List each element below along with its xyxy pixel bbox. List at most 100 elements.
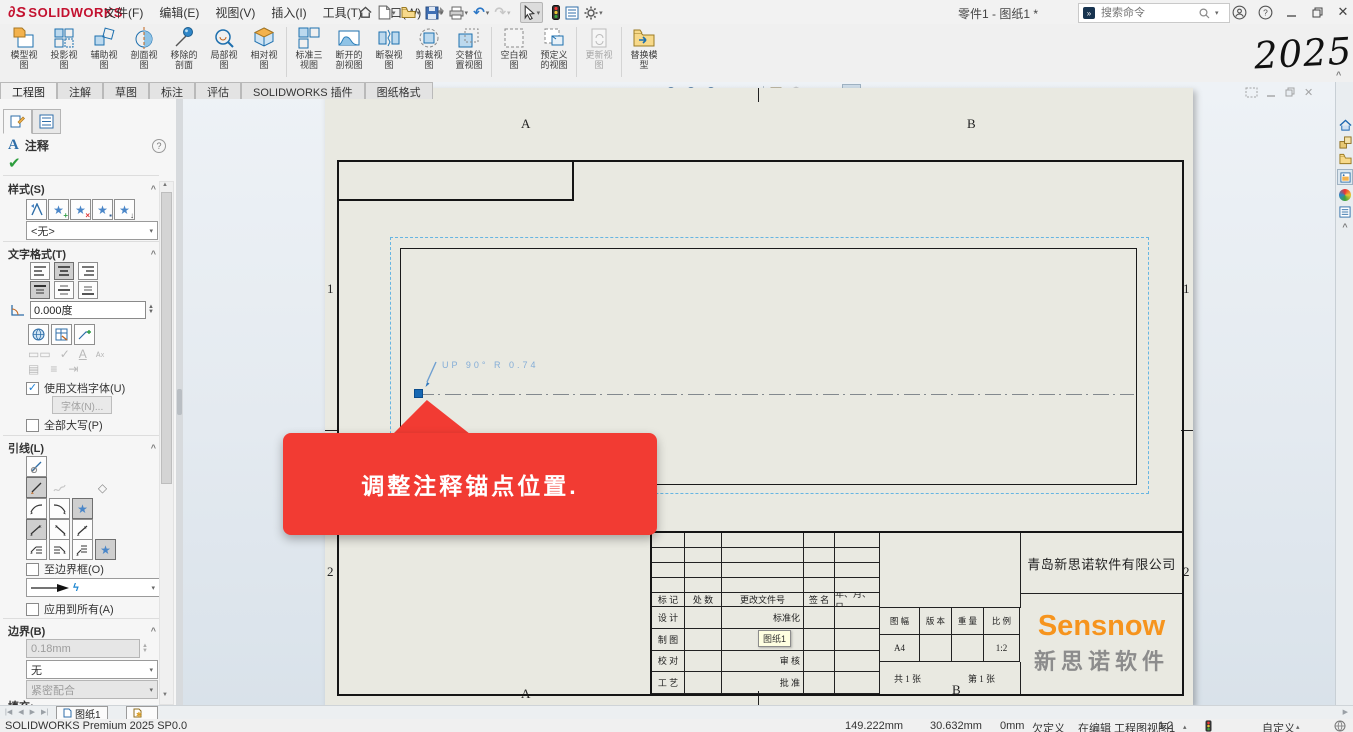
attach-right-icon[interactable] <box>49 539 70 560</box>
menu-edit[interactable]: 编辑(E) <box>151 0 207 25</box>
align-top-icon[interactable] <box>30 281 50 299</box>
align-left-icon[interactable] <box>30 262 50 280</box>
ribbon-crop-view[interactable]: 剪裁视图 <box>409 25 449 71</box>
home-button[interactable] <box>356 3 375 22</box>
save-dropdown-caret[interactable]: ▾ <box>440 9 444 17</box>
view-palette-icon[interactable] <box>1337 169 1353 185</box>
hyperlink-icon[interactable] <box>28 324 49 345</box>
help-icon[interactable]: ? <box>1254 3 1276 21</box>
rebuild-button[interactable] <box>550 3 562 22</box>
tab-dimension[interactable]: 标注 <box>149 82 195 99</box>
to-bbox-row[interactable]: 至边界框(O) <box>26 561 104 577</box>
save-button[interactable]: ▾ <box>423 4 446 22</box>
units-caret[interactable]: ▴ <box>1296 723 1300 731</box>
doc-properties-icon[interactable] <box>1245 87 1258 98</box>
tab-annotation[interactable]: 注解 <box>57 82 103 99</box>
tab-sketch[interactable]: 草图 <box>103 82 149 99</box>
balloon-shape-icon[interactable]: ◇ <box>92 477 113 498</box>
search-input[interactable] <box>1099 6 1195 20</box>
appearances-icon[interactable] <box>1338 188 1352 202</box>
scroll-down-arrow[interactable]: ▼ <box>162 692 168 698</box>
leader-icon[interactable] <box>26 477 47 498</box>
doc-restore-icon[interactable] <box>1285 87 1296 98</box>
apply-default-style-icon[interactable] <box>26 199 47 220</box>
align-bottom-icon[interactable] <box>78 281 98 299</box>
scroll-right-arrow[interactable]: ▶ <box>1340 708 1351 716</box>
add-sheet-tab[interactable]: ✱ <box>126 706 158 719</box>
apply-all-row[interactable]: 应用到所有(A) <box>26 601 114 617</box>
ribbon-relative-view[interactable]: 相对视图 <box>244 25 284 71</box>
attach-auto-star-icon[interactable]: ★ <box>95 539 116 560</box>
resources-home-icon[interactable] <box>1338 118 1352 132</box>
ribbon-projected-view[interactable]: 投影视图 <box>44 25 84 71</box>
tab-evaluate[interactable]: 评估 <box>195 82 241 99</box>
undo-dropdown-caret[interactable]: ▾ <box>486 9 490 17</box>
tab-drawing[interactable]: 工程图 <box>0 82 57 99</box>
panel-help-icon[interactable]: ? <box>152 139 166 153</box>
tab-sheet-format[interactable]: 图纸格式 <box>365 82 433 99</box>
save-style-icon[interactable]: ★▪ <box>92 199 113 220</box>
ok-check-button[interactable]: ✔ <box>8 154 21 172</box>
design-library-icon[interactable] <box>1338 135 1352 149</box>
doc-close-icon[interactable]: ✕ <box>1304 86 1313 99</box>
scroll-up-arrow[interactable]: ▲ <box>162 182 168 188</box>
menu-view[interactable]: 视图(V) <box>207 0 263 25</box>
ribbon-replace-model[interactable]: 替换模型 <box>624 25 664 71</box>
custom-properties-icon[interactable] <box>1338 205 1352 219</box>
border-style-dropdown[interactable]: 无▾ <box>26 660 158 679</box>
menu-insert[interactable]: 插入(I) <box>263 0 314 25</box>
align-center-icon[interactable] <box>54 262 74 280</box>
ribbon-removed-section[interactable]: 移除的剖面 <box>164 25 204 71</box>
style-dropdown[interactable]: <无>▾ <box>26 221 158 240</box>
ribbon-predefined-view[interactable]: 预定义的视图 <box>534 25 574 71</box>
command-search[interactable]: » ▾ <box>1078 3 1230 23</box>
user-account-icon[interactable] <box>1228 3 1250 21</box>
ribbon-auxiliary-view[interactable]: 辅助视图 <box>84 25 124 71</box>
centerline[interactable] <box>418 394 1134 395</box>
load-style-icon[interactable]: ★↓ <box>114 199 135 220</box>
title-block[interactable]: 标 记 处 数 更改文件号 签 名 年、月、日 设 计标准化 制 图 校 对审 … <box>650 531 1182 694</box>
ribbon-standard-3-view[interactable]: 标准三视图 <box>289 25 329 71</box>
units-setting[interactable]: 自定义 <box>1262 720 1295 732</box>
ribbon-detail-view[interactable]: 局部视图 <box>204 25 244 71</box>
new-document-button[interactable]: ▾ <box>376 3 398 22</box>
tab-addins[interactable]: SOLIDWORKS 插件 <box>241 82 365 99</box>
status-globe-icon[interactable] <box>1334 720 1346 732</box>
attach-left-icon[interactable] <box>26 539 47 560</box>
open-dropdown-caret[interactable]: ▾ <box>417 9 421 17</box>
leader-section-header[interactable]: 引线(L)^ <box>8 440 156 456</box>
add-symbol-icon[interactable] <box>74 324 95 345</box>
scale-caret[interactable]: ▴ <box>1183 723 1187 731</box>
drawing-sheet[interactable]: A B 1 1 2 2 A B UP 90° R 0.74 <box>325 88 1193 705</box>
use-doc-font-checkbox[interactable]: ✓ <box>26 382 39 395</box>
use-doc-font-row[interactable]: ✓ 使用文档字体(U) <box>26 380 125 396</box>
undo-button[interactable]: ↶▾ <box>471 2 491 23</box>
straight-leader-left-icon[interactable]: x <box>26 519 47 540</box>
ribbon-break-view[interactable]: 断裂视图 <box>369 25 409 71</box>
panel-splitter[interactable] <box>176 99 183 705</box>
property-manager-tab[interactable] <box>3 109 32 134</box>
configuration-tab[interactable] <box>32 109 61 134</box>
ribbon-collapse-chevron[interactable]: ^ <box>1336 70 1341 80</box>
task-pane-collapse-chevron[interactable]: ^ <box>1336 222 1353 232</box>
file-explorer-icon[interactable] <box>1338 152 1352 166</box>
close-button[interactable]: ✕ <box>1332 3 1353 21</box>
ribbon-alternate-position[interactable]: 交替位置视图 <box>449 25 489 71</box>
ribbon-model-view[interactable]: 模型视图 <box>4 25 44 71</box>
border-section-header[interactable]: 边界(B)^ <box>8 623 156 639</box>
scroll-thumb[interactable] <box>161 192 172 484</box>
ribbon-broken-out-section[interactable]: 断开的剖视图 <box>329 25 369 71</box>
sheet-tab[interactable]: 图纸1 <box>56 706 108 719</box>
search-dropdown-caret[interactable]: ▾ <box>1215 9 1219 17</box>
bent-leader-left-icon[interactable] <box>26 498 47 519</box>
arrow-style-dropdown[interactable]: ϟ ▾ <box>26 578 160 597</box>
apply-to-all-checkbox[interactable] <box>26 603 39 616</box>
print-dropdown-caret[interactable]: ▾ <box>465 9 469 17</box>
straight-leader-right-icon[interactable]: x <box>49 519 70 540</box>
options-dropdown-caret[interactable]: ▾ <box>599 9 603 17</box>
link-to-property-icon[interactable] <box>51 324 72 345</box>
to-bounding-box-checkbox[interactable] <box>26 563 39 576</box>
all-caps-row[interactable]: 全部大写(P) <box>26 417 103 433</box>
multi-jog-leader-icon[interactable] <box>49 477 70 498</box>
menu-file[interactable]: 文件(F) <box>96 0 151 25</box>
